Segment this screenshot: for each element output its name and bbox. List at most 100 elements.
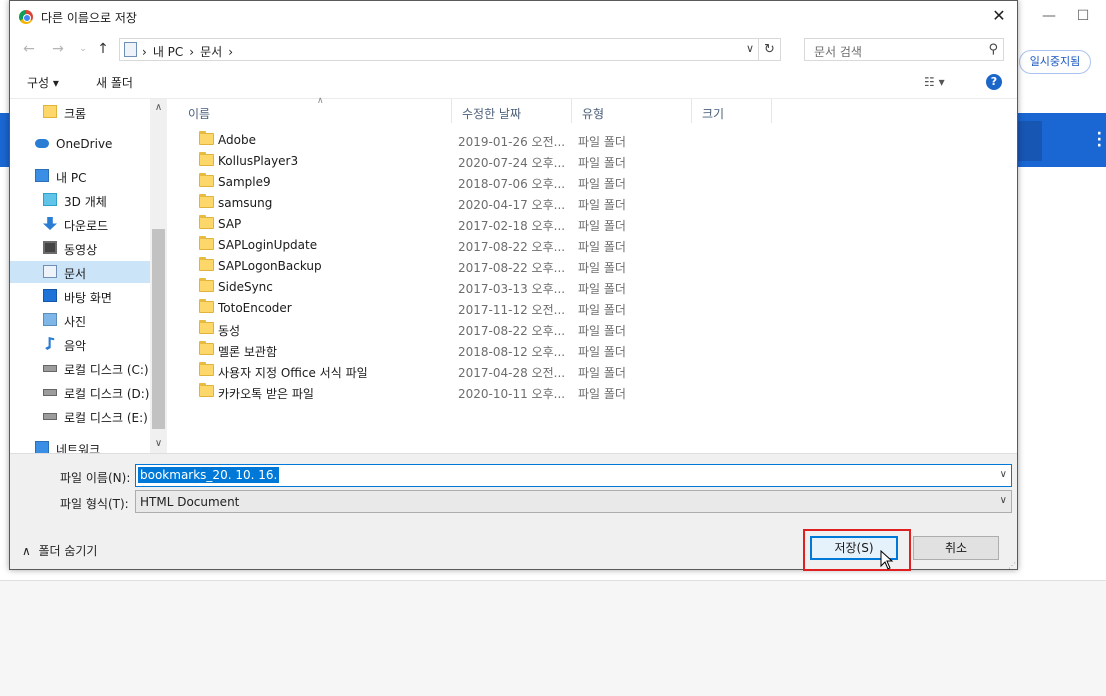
sidebar-item[interactable]: 문서 [10,261,150,283]
scroll-down-icon[interactable]: ∨ [150,435,167,452]
sidebar-item[interactable]: 로컬 디스크 (E:) [10,405,150,427]
scrollbar-thumb[interactable] [152,229,165,429]
file-row[interactable]: SAPLoginUpdate 2017-08-22 오후... 파일 폴더 [178,235,778,256]
sidebar-item[interactable]: 네트워크 [10,437,150,453]
background-content [0,580,1106,696]
sort-up-icon: ∧ [317,96,324,106]
filename-value[interactable]: bookmarks_20. 10. 16. [138,467,280,483]
breadcrumb-item[interactable]: 문서 [200,45,222,59]
file-row[interactable]: samsung 2020-04-17 오후... 파일 폴더 [178,193,778,214]
hide-folders-button[interactable]: ∧ 폴더 숨기기 [22,542,97,559]
file-date: 2017-08-22 오후... [458,240,566,254]
folder-icon [199,362,214,376]
sidebar-item-label: 로컬 디스크 (E:) [64,411,148,425]
file-row[interactable]: 사용자 지정 Office 서식 파일 2017-04-28 오전... 파일 폴더 [178,361,778,382]
sidebar-item-label: 사진 [64,315,87,329]
chevron-down-icon[interactable]: ∨ [1000,469,1007,480]
mouse-cursor-icon [880,550,894,570]
file-name: KollusPlayer3 [218,154,299,168]
file-row[interactable]: SAP 2017-02-18 오후... 파일 폴더 [178,214,778,235]
filename-field[interactable]: bookmarks_20. 10. 16. ∨ [135,464,1012,487]
file-type: 파일 폴더 [578,387,626,401]
file-type: 파일 폴더 [578,177,626,191]
column-header-modified[interactable]: 수정한 날짜 [452,99,572,123]
sidebar-item[interactable]: 바탕 화면 [10,285,150,307]
forward-arrow-icon[interactable]: → [49,40,67,58]
file-row[interactable]: 멜론 보관함 2018-08-12 오후... 파일 폴더 [178,340,778,361]
close-icon[interactable]: ✕ [989,6,1009,26]
file-row[interactable]: 동성 2017-08-22 오후... 파일 폴더 [178,319,778,340]
paused-button[interactable]: 일시중지됨 [1019,50,1091,74]
sidebar-item-label: 문서 [64,267,87,281]
background-band-button[interactable] [1016,121,1042,161]
filetype-select[interactable]: HTML Document ∨ [135,490,1012,513]
up-arrow-icon[interactable]: ↑ [94,40,112,58]
cancel-button[interactable]: 취소 [913,536,999,560]
sidebar-item[interactable]: 동영상 [10,237,150,259]
file-row[interactable]: TotoEncoder 2017-11-12 오전... 파일 폴더 [178,298,778,319]
kebab-menu-icon[interactable]: · · · [1097,127,1102,153]
navigation-row: ← → ⌄ ↑ › 내 PC › 문서 › ∨ ↻ 문서 검색 ⚲ [10,37,1017,63]
sidebar-item[interactable]: 크롬 [10,101,150,123]
file-row[interactable]: SAPLogonBackup 2017-08-22 오후... 파일 폴더 [178,256,778,277]
sidebar-item-label: 로컬 디스크 (D:) [64,387,150,401]
new-folder-button[interactable]: 새 폴더 [96,74,133,91]
chevron-down-icon[interactable]: ∨ [746,42,754,55]
drive-icon [43,365,57,372]
file-row[interactable]: KollusPlayer3 2020-07-24 오후... 파일 폴더 [178,151,778,172]
file-type: 파일 폴더 [578,240,626,254]
network-icon [35,441,49,453]
sidebar-item[interactable]: 다운로드 [10,213,150,235]
sidebar-item-label: OneDrive [56,137,113,151]
sidebar-item[interactable]: 내 PC [10,165,150,187]
help-icon[interactable]: ? [986,74,1002,90]
file-row[interactable]: SideSync 2017-03-13 오후... 파일 폴더 [178,277,778,298]
file-name: SideSync [218,280,273,294]
minimize-icon[interactable]: — [1034,6,1064,26]
sidebar-item[interactable]: 3D 개체 [10,189,150,211]
chevron-down-icon[interactable]: ∨ [1000,495,1007,506]
sidebar-scrollbar[interactable]: ∧ ∨ [150,99,167,453]
sidebar-item[interactable]: OneDrive [10,133,150,155]
folder-icon [199,341,214,355]
cube-icon [43,193,57,206]
sidebar-item[interactable]: 로컬 디스크 (D:) [10,381,150,403]
hide-folders-label: 폴더 숨기기 [38,544,98,558]
file-row[interactable]: 카카오톡 받은 파일 2020-10-11 오후... 파일 폴더 [178,382,778,403]
folder-icon [199,299,214,313]
address-bar[interactable]: › 내 PC › 문서 › ∨ ↻ [119,38,781,61]
file-name: SAP [218,217,242,231]
breadcrumb-item[interactable]: 내 PC [153,45,183,59]
maximize-icon[interactable]: ☐ [1068,6,1098,26]
sidebar-item[interactable]: 음악 [10,333,150,355]
search-icon[interactable]: ⚲ [988,42,998,57]
desktop-icon [43,289,57,302]
chrome-icon [19,10,33,24]
file-date: 2018-08-12 오후... [458,345,566,359]
background-titlebar: — ☐ [1016,0,1106,34]
file-name: TotoEncoder [218,301,292,315]
scroll-up-icon[interactable]: ∧ [150,99,167,116]
column-header-type[interactable]: 유형 [572,99,692,123]
file-row[interactable]: Adobe 2019-01-26 오전... 파일 폴더 [178,130,778,151]
folder-icon [199,257,214,271]
download-icon [43,217,57,230]
back-arrow-icon[interactable]: ← [20,40,38,58]
column-header-size[interactable]: 크기 [692,99,772,123]
view-options-icon[interactable]: ☷ ▾ [924,75,945,89]
drive-icon [43,413,57,420]
resize-grip-icon[interactable]: ⋰ [1008,562,1016,570]
organize-button[interactable]: 구성 ▾ [27,74,59,91]
filetype-value: HTML Document [140,495,240,509]
refresh-icon[interactable]: ↻ [758,39,780,60]
column-header-name[interactable]: 이름 ∧ [178,96,452,123]
file-type: 파일 폴더 [578,303,626,317]
sidebar-item-label: 바탕 화면 [64,291,112,305]
file-row[interactable]: Sample9 2018-07-06 오후... 파일 폴더 [178,172,778,193]
sidebar-item[interactable]: 로컬 디스크 (C:) [10,357,150,379]
search-box[interactable]: 문서 검색 ⚲ [804,38,1004,61]
file-type: 파일 폴더 [578,345,626,359]
recent-locations-icon[interactable]: ⌄ [74,40,92,58]
sidebar-item[interactable]: 사진 [10,309,150,331]
file-type: 파일 폴더 [578,324,626,338]
